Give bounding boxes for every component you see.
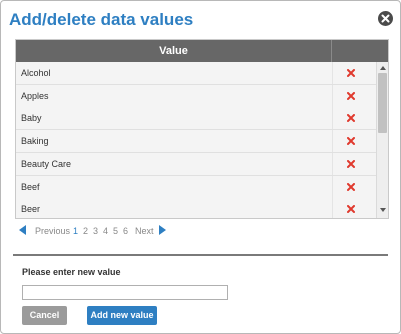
values-table: Value Alcohol Apples Baby Baking Beauty Care… (15, 39, 389, 219)
delete-x-icon[interactable] (347, 205, 355, 213)
dialog-title: Add/delete data values (9, 10, 194, 29)
row-value: Beauty Care (21, 159, 72, 169)
previous-arrow-icon[interactable] (19, 225, 26, 235)
table-row: Beef (16, 176, 376, 199)
table-header: Value (16, 40, 388, 62)
cancel-button[interactable]: Cancel (22, 306, 67, 325)
add-delete-values-dialog: Add/delete data values Value Alcohol Appl… (0, 0, 401, 334)
table-row: Beauty Care (16, 153, 376, 176)
new-value-input[interactable] (22, 285, 228, 300)
row-value: Beer (21, 204, 41, 214)
pagination-previous[interactable]: Previous (35, 226, 70, 236)
scroll-up-arrow-icon[interactable] (380, 66, 386, 70)
row-value: Alcohol (21, 68, 51, 78)
table-row: Apples (16, 85, 376, 108)
column-header-delete (332, 40, 388, 62)
delete-x-icon[interactable] (347, 114, 355, 122)
next-arrow-icon[interactable] (159, 225, 166, 235)
row-delete-cell (332, 85, 377, 107)
pagination-page-2[interactable]: 2 (83, 226, 88, 236)
row-delete-cell (332, 153, 377, 175)
table-row: Beer (16, 198, 377, 218)
close-icon[interactable] (378, 11, 393, 26)
table-row: Baby (16, 107, 376, 130)
table-body: Alcohol Apples Baby Baking Beauty Care Beef Be… (16, 62, 388, 218)
add-new-value-button[interactable]: Add new value (87, 306, 157, 325)
row-delete-cell (332, 130, 377, 152)
delete-x-icon[interactable] (347, 69, 355, 77)
section-divider (13, 254, 388, 256)
delete-x-icon[interactable] (347, 183, 355, 191)
pagination-page-1[interactable]: 1 (73, 226, 78, 236)
pagination-next[interactable]: Next (135, 226, 154, 236)
scrollbar-thumb[interactable] (378, 73, 387, 133)
pagination-page-5[interactable]: 5 (113, 226, 118, 236)
row-delete-cell (332, 62, 377, 84)
scroll-down-arrow-icon[interactable] (380, 208, 386, 212)
delete-x-icon[interactable] (347, 92, 355, 100)
pagination-page-4[interactable]: 4 (103, 226, 108, 236)
row-value: Baby (21, 113, 42, 123)
row-value: Apples (21, 91, 49, 101)
row-delete-cell (332, 176, 377, 198)
row-delete-cell (332, 107, 377, 129)
table-row: Baking (16, 130, 376, 153)
delete-x-icon[interactable] (347, 137, 355, 145)
pagination-page-6[interactable]: 6 (123, 226, 128, 236)
table-row: Alcohol (16, 62, 376, 85)
column-header-value[interactable]: Value (16, 40, 332, 62)
delete-x-icon[interactable] (347, 160, 355, 168)
row-value: Baking (21, 136, 49, 146)
pagination-page-3[interactable]: 3 (93, 226, 98, 236)
row-delete-cell (332, 198, 377, 218)
table-scrollbar[interactable] (376, 62, 388, 218)
row-value: Beef (21, 182, 40, 192)
new-value-prompt: Please enter new value (22, 267, 121, 277)
